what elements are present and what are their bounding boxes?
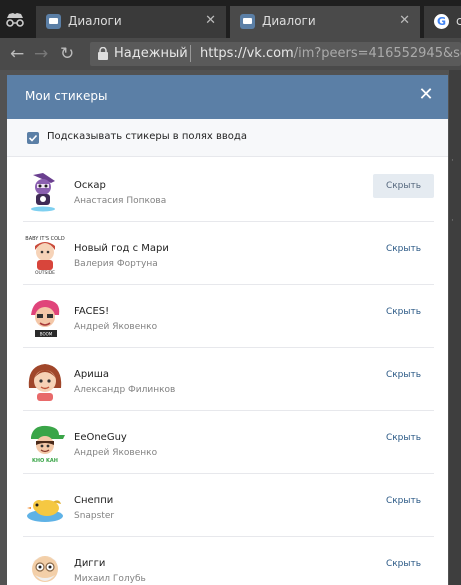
pack-author: Анастасия Попкова: [74, 196, 167, 206]
pack-name: Снеппи: [74, 495, 114, 506]
browser-tab-bar: Диалоги ✕ Диалоги ✕ G c: [0, 0, 461, 38]
divider: [190, 45, 191, 62]
edge-mark: ·: [451, 216, 454, 226]
checkmark-icon: [28, 134, 38, 142]
url-text[interactable]: https://vk.com/im?peers=416552945&sel=: [200, 46, 461, 61]
suggest-label: Подсказывать стикеры в полях ввода: [47, 131, 247, 142]
pack-author: Андрей Яковенко: [74, 448, 158, 458]
google-icon: G: [434, 14, 449, 29]
hide-button[interactable]: Скрыть: [373, 552, 434, 576]
diggy-sticker-icon: [32, 556, 58, 582]
sticker-pack-row: Ариша Александр Филинков Скрыть: [7, 348, 448, 411]
tab-title: Диалоги: [262, 14, 316, 28]
sticker-pack-row: KHO KAH EeOneGuy Андрей Яковенко Скрыть: [7, 411, 448, 474]
back-icon[interactable]: ←: [10, 44, 24, 64]
suggest-checkbox[interactable]: [27, 132, 39, 144]
eeoneguy-sticker-icon: KHO KAH: [31, 425, 65, 464]
vk-icon: [240, 14, 255, 29]
sticker-pack-row: BOOM FACES! Андрей Яковенко Скрыть: [7, 285, 448, 348]
edge-mark: ·: [451, 156, 454, 166]
browser-toolbar: ← → ↻ Надежный https://vk.com/im?peers=4…: [0, 38, 461, 70]
sticker-pack-row: Дигги Михаил Голубь Скрыть: [7, 537, 448, 585]
close-icon[interactable]: ✕: [414, 83, 438, 107]
pack-name: Новый год с Мари: [74, 243, 169, 254]
svg-text:OUTSIDE: OUTSIDE: [35, 270, 55, 276]
tab-title: Диалоги: [68, 14, 122, 28]
faces-sticker-icon: BOOM: [31, 299, 60, 337]
modal-header: Мои стикеры ✕: [7, 75, 448, 119]
reload-icon[interactable]: ↻: [60, 44, 74, 64]
tab-dialogs-1[interactable]: Диалоги ✕: [36, 6, 226, 38]
modal-title: Мои стикеры: [25, 89, 108, 103]
vk-icon: [46, 14, 61, 29]
suggest-stickers-option[interactable]: Подсказывать стикеры в полях ввода: [7, 119, 448, 157]
address-bar[interactable]: Надежный https://vk.com/im?peers=4165529…: [90, 42, 461, 66]
tab-dialogs-2[interactable]: Диалоги ✕: [230, 6, 420, 38]
pack-author: Андрей Яковенко: [74, 322, 158, 332]
page-edge: · ·: [449, 70, 461, 585]
hide-button[interactable]: Скрыть: [373, 174, 434, 198]
tab-google[interactable]: G c: [424, 6, 461, 38]
forward-icon[interactable]: →: [34, 44, 48, 64]
url-host: https://vk.com: [200, 46, 294, 61]
snappy-sticker-icon: [27, 500, 63, 522]
pack-name: Оскар: [74, 180, 106, 191]
pack-author: Snapster: [74, 511, 115, 521]
oscar-sticker-icon: [31, 173, 55, 212]
hide-button[interactable]: Скрыть: [373, 300, 434, 324]
hide-button[interactable]: Скрыть: [373, 237, 434, 261]
svg-text:KHO KAH: KHO KAH: [32, 458, 58, 464]
security-label: Надежный: [114, 46, 188, 61]
sticker-pack-row: Снеппи Snapster Скрыть: [7, 474, 448, 537]
svg-text:BOOM: BOOM: [40, 332, 53, 337]
pack-name: Дигги: [74, 558, 106, 569]
stickers-modal: Мои стикеры ✕ Подсказывать стикеры в пол…: [7, 75, 448, 585]
sticker-pack-row: Оскар Анастасия Попкова Скрыть: [7, 159, 448, 222]
pack-author: Александр Филинков: [74, 385, 176, 395]
incognito-icon: [6, 13, 24, 27]
pack-author: Валерия Фортуна: [74, 259, 158, 269]
arisha-sticker-icon: [28, 364, 62, 401]
hide-button[interactable]: Скрыть: [373, 489, 434, 513]
pack-name: EeOneGuy: [74, 432, 127, 443]
tab-title: c: [456, 14, 461, 28]
sticker-pack-row: BABY IT'S COLD OUTSIDE Новый год с Мари …: [7, 222, 448, 285]
pack-author: Михаил Голубь: [74, 574, 146, 584]
pack-name: FACES!: [74, 306, 110, 317]
hide-button[interactable]: Скрыть: [373, 426, 434, 450]
hide-button[interactable]: Скрыть: [373, 363, 434, 387]
close-tab-icon[interactable]: ✕: [205, 13, 216, 28]
svg-text:BABY IT'S COLD: BABY IT'S COLD: [25, 236, 65, 242]
url-path: /im?peers=416552945&sel=: [293, 46, 461, 61]
mari-sticker-icon: BABY IT'S COLD OUTSIDE: [25, 236, 65, 276]
lock-icon: [98, 47, 108, 60]
pack-name: Ариша: [74, 369, 109, 380]
close-tab-icon[interactable]: ✕: [399, 13, 410, 28]
